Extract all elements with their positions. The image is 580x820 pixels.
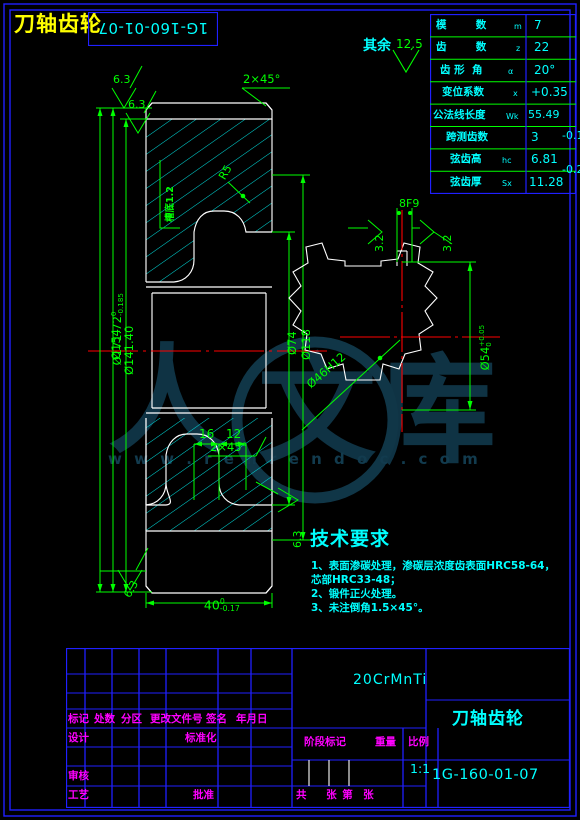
tech-note-line-1: 芯部HRC33-48；: [311, 574, 401, 586]
scale-label: 比例: [408, 736, 429, 748]
dim-dia-54: Ø54 +0.05 0: [476, 324, 493, 371]
tech-note-line-3: 3、未注倒角1.5×45°。: [311, 602, 429, 614]
weight-label: 重量: [375, 736, 396, 748]
rev-header-4: 签名: [206, 713, 227, 725]
rev-header-1: 处数: [94, 713, 115, 725]
material-label: 20CrMnTi: [353, 672, 428, 688]
part-name-label: 刀轴齿轮: [452, 709, 524, 729]
dim-len-12: 12: [226, 427, 242, 441]
role-approve: 批准: [193, 789, 214, 801]
role-process: 工艺: [68, 789, 89, 801]
rev-header-3: 更改文件号: [150, 713, 203, 725]
drawing-sheet: 人 文 库 w w w . r e n r e n d o c . c o m …: [0, 0, 580, 820]
roughness-6-3-a: 6.3: [113, 73, 131, 86]
chamfer-top: 2×45°: [243, 72, 281, 86]
dim-keyway-8f9: 8F9: [399, 197, 420, 210]
tech-note-line-2: 2、锻件正火处理。: [311, 588, 403, 600]
roughness-3-2-left: 3.2: [373, 234, 386, 253]
dim-dia-154: Ø154: [109, 328, 123, 360]
role-check: 审核: [68, 770, 89, 782]
slot-note: 槽底1.2: [165, 186, 176, 222]
role-design: 设计: [68, 732, 89, 744]
tech-notes-heading: 技术要求: [310, 528, 391, 550]
dim-width-40: 40 0 -0.17: [203, 596, 240, 614]
chamfer-mid: 2×45°: [210, 440, 248, 454]
dim-dia-141-40: Ø141.40: [122, 325, 136, 375]
tech-note-line-0: 1、表面渗碳处理，渗碳层浓度齿表面HRC58-64，: [311, 560, 555, 572]
rev-header-2: 分区: [121, 713, 142, 725]
dim-dia-118: Ø118: [299, 328, 313, 360]
roughness-6-3-b: 6.3: [128, 98, 146, 111]
role-standard: 标准化: [185, 732, 217, 744]
stage-mark-label: 阶段标记: [304, 736, 346, 748]
dim-dia-74: Ø74: [285, 331, 299, 355]
dim-len-16: 16: [199, 427, 215, 441]
drawing-no-label: 1G-160-01-07: [432, 767, 539, 783]
rev-header-5: 年月日: [236, 713, 268, 725]
scale-value: 1:1: [410, 761, 431, 776]
roughness-6-3-d: 6.3: [291, 530, 304, 549]
roughness-3-2-right: 3.2: [441, 234, 454, 253]
sheet-count-line: 共 张 第 张: [296, 789, 375, 801]
rev-header-0: 标记: [68, 713, 89, 725]
